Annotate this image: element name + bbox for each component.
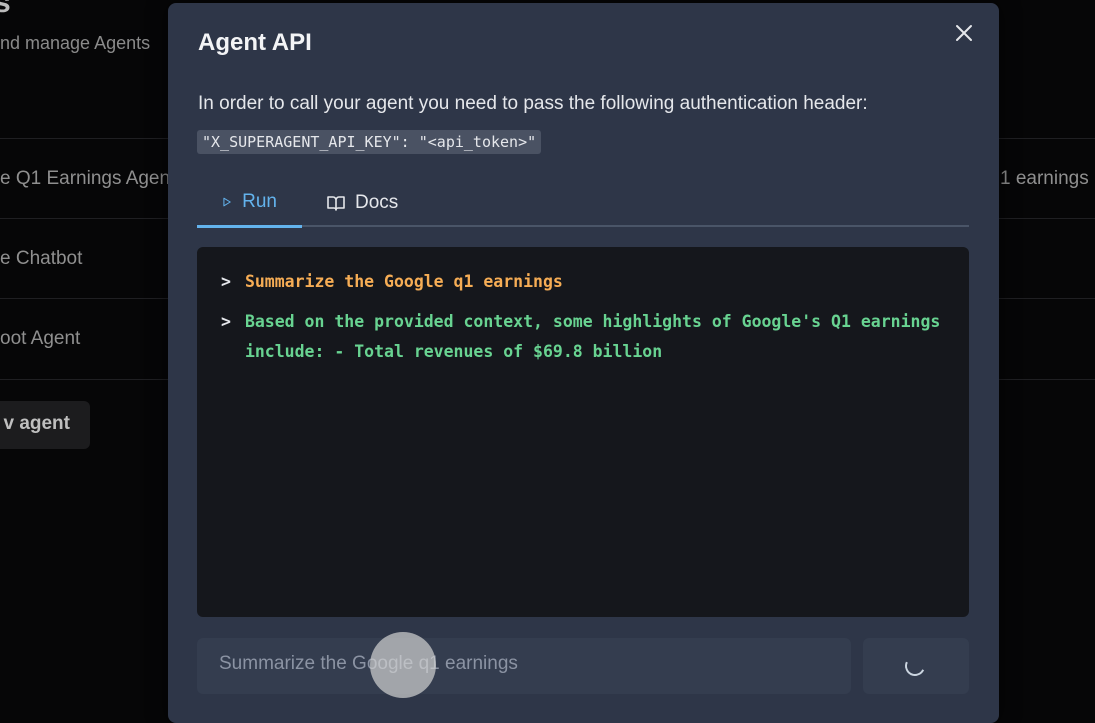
prompt-input[interactable]: Summarize the Google q1 earnings xyxy=(197,638,851,694)
agent-name: e Q1 Earnings Agent xyxy=(0,168,176,189)
mouse-cursor-indicator xyxy=(370,632,436,698)
terminal-line-answer: > Based on the provided context, some hi… xyxy=(221,307,945,367)
auth-description: In order to call your agent you need to … xyxy=(198,93,868,114)
tab-docs[interactable]: Docs xyxy=(302,178,423,227)
prompt-chevron-icon: > xyxy=(221,272,231,291)
page-title: s xyxy=(0,0,11,19)
new-agent-label: v agent xyxy=(3,413,70,434)
modal-title: Agent API xyxy=(198,29,312,56)
book-icon xyxy=(327,195,345,211)
tab-run-label: Run xyxy=(242,190,277,212)
send-button[interactable] xyxy=(863,638,969,694)
play-icon xyxy=(223,197,231,206)
agent-api-modal: Agent API In order to call your agent yo… xyxy=(168,3,999,723)
agent-name: oot Agent xyxy=(0,328,81,349)
agent-description: 1 earnings xyxy=(1000,168,1089,189)
answer-text: Based on the provided context, some high… xyxy=(244,312,941,361)
close-icon[interactable] xyxy=(952,21,976,45)
tab-run[interactable]: Run xyxy=(197,178,302,228)
question-text: Summarize the Google q1 earnings xyxy=(244,272,563,291)
terminal-line-question: > Summarize the Google q1 earnings xyxy=(221,267,945,297)
agent-name: e Chatbot xyxy=(0,248,83,269)
page-subtitle: nd manage Agents xyxy=(0,33,151,53)
loading-spinner-icon xyxy=(902,653,928,679)
tab-docs-label: Docs xyxy=(355,191,399,213)
prompt-chevron-icon: > xyxy=(221,312,231,331)
terminal-output: > Summarize the Google q1 earnings > Bas… xyxy=(197,247,969,617)
tab-list: Run Docs xyxy=(197,178,969,228)
new-agent-button[interactable]: v agent xyxy=(0,401,90,449)
auth-header-code: "X_SUPERAGENT_API_KEY": "<api_token>" xyxy=(197,130,542,154)
